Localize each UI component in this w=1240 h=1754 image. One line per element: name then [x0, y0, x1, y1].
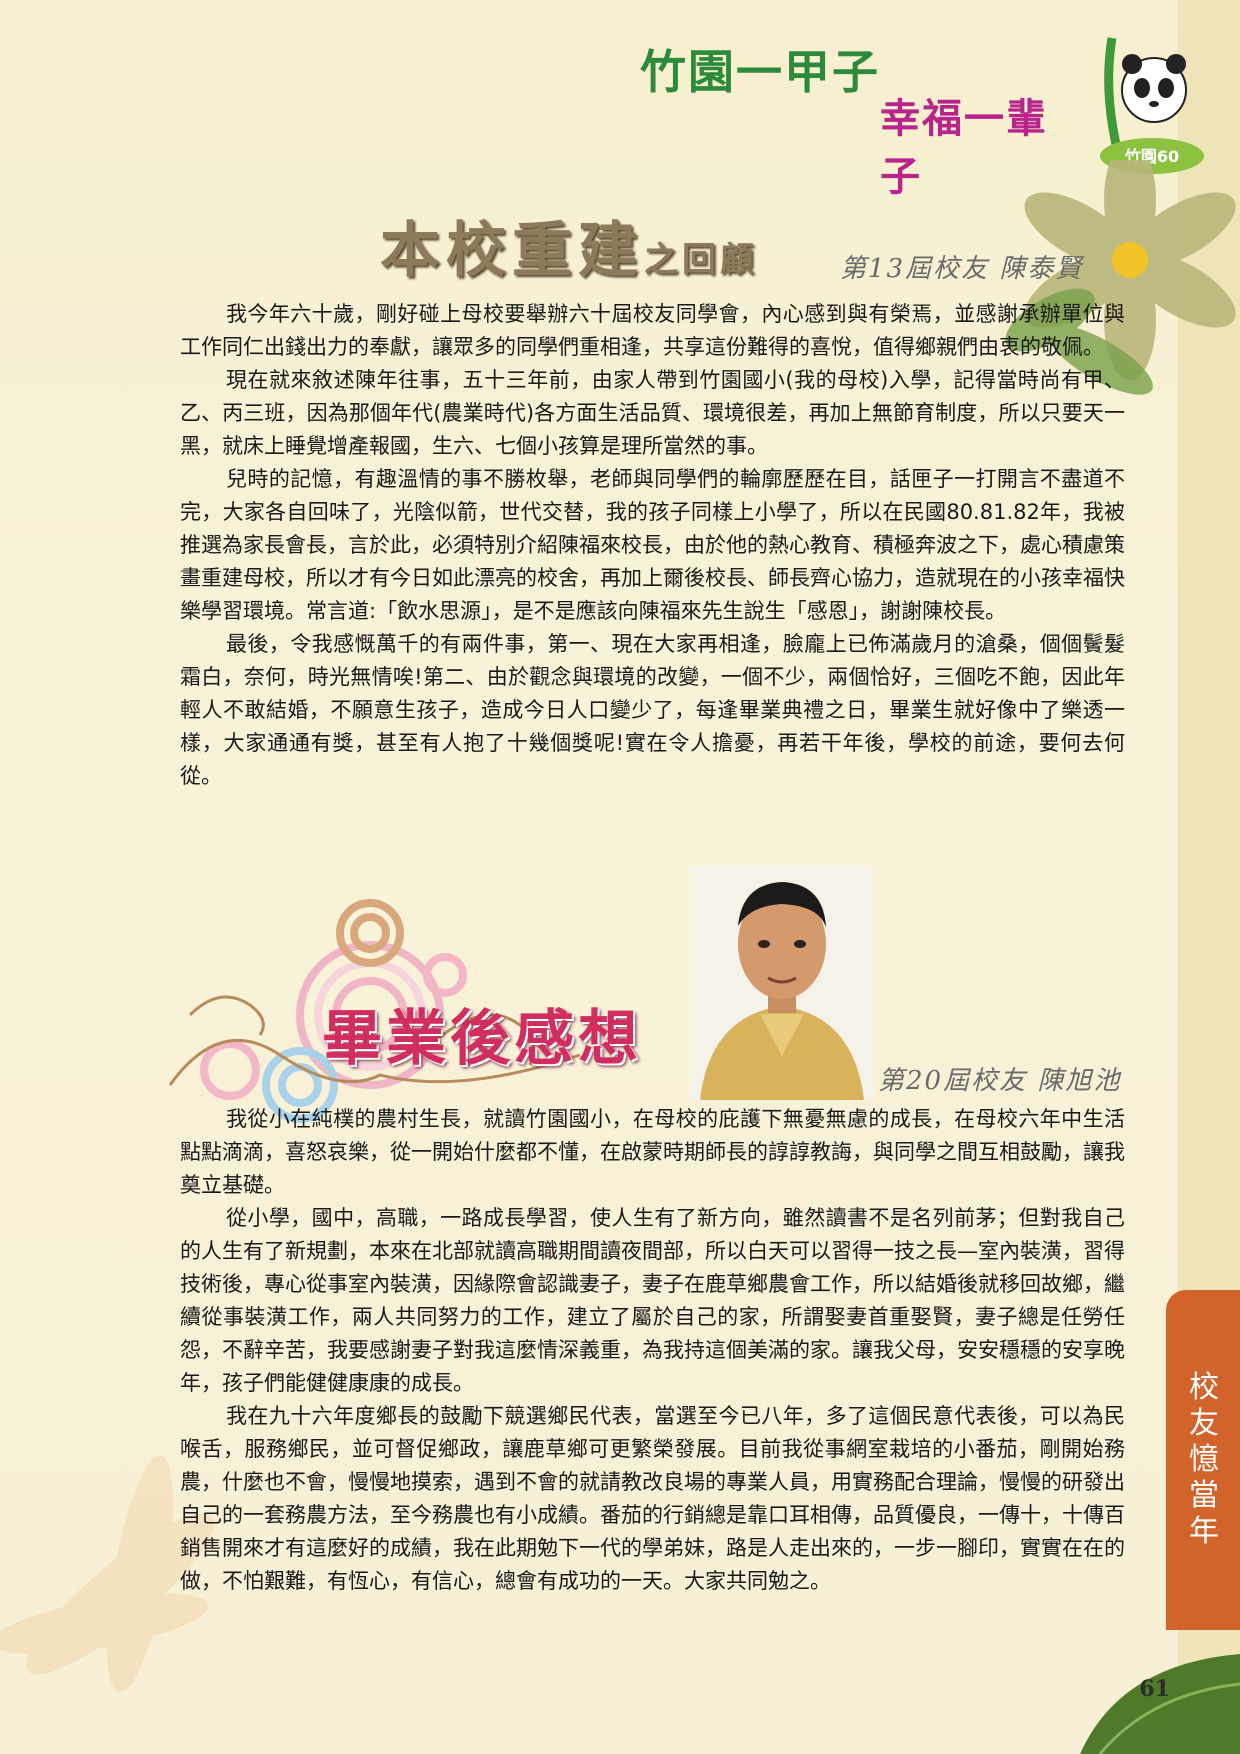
panda-bamboo-logo-icon: 竹園60	[1100, 37, 1204, 174]
article1-paragraph: 現在就來敘述陳年往事，五十三年前，由家人帶到竹園國小(我的母校)入學，記得當時尚…	[180, 368, 1125, 458]
article2-paragraph: 我從小在純樸的農村生長，就讀竹園國小，在母校的庇護下無憂無慮的成長，在母校六年中…	[180, 1107, 1125, 1197]
page-number: 61	[1139, 1676, 1170, 1702]
article1-paragraph: 我今年六十歲，剛好碰上母校要舉辦六十屆校友同學會，內心感到與有榮焉，並感謝承辦單…	[180, 302, 1125, 359]
article1-byline: 第13屆校友 陳泰賢	[840, 254, 1084, 284]
article2-paragraph: 我在九十六年度鄉長的鼓勵下競選鄉民代表，當選至今已八年，多了這個民意代表後，可以…	[180, 1404, 1125, 1593]
article1-paragraph: 兒時的記憶，有趣溫情的事不勝枚舉，老師與同學們的輪廓歷歷在目，話匣子一打開言不盡…	[180, 467, 1125, 623]
article2-title: 畢業後感想	[322, 1004, 642, 1074]
banner-title-line1: 竹園一甲子	[640, 45, 880, 99]
author-portrait-photo	[690, 866, 874, 1100]
article1-body: 我今年六十歲，剛好碰上母校要舉辦六十屆校友同學會，內心感到與有榮焉，並感謝承辦單…	[180, 298, 1125, 793]
article2-byline: 第20屆校友 陳旭池	[878, 1066, 1122, 1096]
article1-title-main: 本校重建	[380, 216, 644, 286]
article1-paragraph: 最後，令我感慨萬千的有兩件事，第一、現在大家再相逢，臉龐上已佈滿歲月的滄桑，個個…	[180, 632, 1125, 788]
article2-body: 我從小在純樸的農村生長，就讀竹園國小，在母校的庇護下無憂無慮的成長，在母校六年中…	[180, 1103, 1125, 1598]
article1-title: 本校重建之回顧	[380, 202, 758, 289]
side-tab-label: 校友憶當年	[1189, 1370, 1219, 1549]
article1-title-suffix: 之回顧	[644, 240, 758, 280]
header-banner: 竹園一甲子 幸福一輩子	[630, 20, 1080, 200]
section-side-tab: 校友憶當年	[1166, 1290, 1240, 1630]
article2-paragraph: 從小學，國中，高職，一路成長學習，使人生有了新方向，雖然讀書不是名列前茅；但對我…	[180, 1206, 1125, 1395]
